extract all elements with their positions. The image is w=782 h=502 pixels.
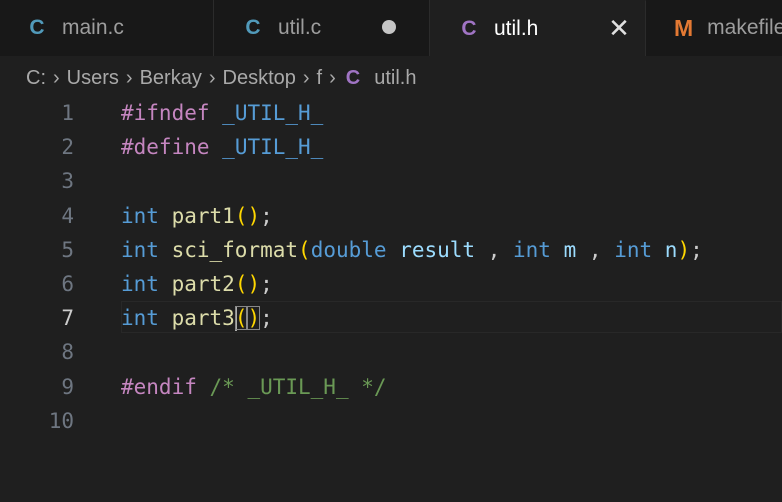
code-line[interactable]: 7 int part3(); [0,301,782,335]
matched-bracket: ( [234,305,248,330]
code-token: int [513,237,551,262]
code-text: #endif /* _UTIL_H_ */ [121,375,387,399]
line-number: 2 [61,135,74,160]
line-number: 6 [61,272,74,296]
tab-label: makefile [707,16,782,39]
breadcrumb-item[interactable]: Berkay [140,67,202,90]
code-token: int [121,203,159,228]
tab-bar: C main.c C util.c C util.h ✕ M makefile [0,0,782,56]
code-text: int part2(); [121,272,273,296]
code-token: #define [121,135,210,160]
code-token: () [234,272,261,296]
close-icon[interactable]: ✕ [607,13,631,43]
code-token: /* _UTIL_H_ */ [209,374,387,399]
line-number: 9 [61,374,74,399]
header-file-icon: C [461,16,477,40]
breadcrumb-item[interactable]: C: [26,67,46,90]
chevron-right-icon: › [53,66,60,89]
code-editor[interactable]: 1 #ifndef _UTIL_H_ 2 #define _UTIL_H_ 3 4 int … [0,96,782,502]
code-token: ; [690,237,703,262]
chevron-right-icon: › [208,66,216,89]
code-token: ; [260,305,273,330]
c-file-icon: C [29,16,45,39]
code-line[interactable]: 3 [0,164,782,198]
code-token: part1 [171,203,235,228]
line-number: 1 [61,101,74,125]
unsaved-dot-icon[interactable] [377,15,401,39]
code-token: part2 [171,272,235,296]
line-number: 3 [61,169,74,194]
tab-label: util.c [278,16,322,39]
breadcrumb-file[interactable]: util.h [374,67,416,90]
c-file-icon: C [245,16,261,39]
code-token: int [614,237,653,262]
code-token: m [563,237,577,262]
tab-label: main.c [62,16,124,39]
code-text: int sci_format(double result , int m , i… [121,238,703,262]
code-line[interactable]: 8 [0,335,782,369]
code-token: ; [260,203,273,228]
line-number: 10 [48,408,74,433]
tab-makefile[interactable]: M makefile [646,0,782,56]
code-token: part3 [171,305,235,330]
line-number: 4 [61,203,74,228]
code-text: int part3(); [121,305,273,331]
code-token: n [664,237,678,262]
code-token: _UTIL_H_ [222,135,324,160]
breadcrumb-item[interactable]: Users [67,67,119,90]
code-token: sci_format [171,237,299,262]
code-line[interactable]: 6 int part2(); [0,267,782,301]
tab-util-c[interactable]: C util.c [214,0,430,56]
code-line[interactable]: 4 int part1(); [0,199,782,233]
code-text: #ifndef _UTIL_H_ [121,101,323,125]
code-token: ( [298,237,311,262]
header-file-icon: C [345,66,361,89]
tab-util-h[interactable]: C util.h ✕ [430,0,646,56]
code-token: , [576,237,615,262]
code-token: double [310,237,387,262]
code-token: int [121,305,159,330]
code-token: _UTIL_H_ [222,101,324,125]
code-token: #endif [121,374,197,399]
code-token: ) [677,237,691,262]
code-token: () [234,203,261,228]
line-number: 5 [61,237,74,262]
breadcrumb: C: › Users › Berkay › Desktop › f › C ut… [26,60,416,96]
chevron-right-icon: › [302,66,310,89]
line-number: 8 [61,340,74,365]
breadcrumb-item[interactable]: f [317,67,323,90]
tab-main-c[interactable]: C main.c [0,0,214,56]
code-line[interactable]: 1 #ifndef _UTIL_H_ [0,96,782,130]
line-number: 7 [61,306,74,331]
makefile-icon: M [674,14,694,41]
code-token: result [399,237,476,262]
code-line[interactable]: 2 #define _UTIL_H_ [0,130,782,164]
code-line[interactable]: 5 int sci_format(double result , int m , … [0,233,782,267]
code-token: , [475,237,513,262]
code-line[interactable]: 9 #endif /* _UTIL_H_ */ [0,370,782,404]
code-text: int part1(); [121,204,273,228]
code-token: int [121,237,159,262]
tab-label: util.h [494,16,539,40]
chevron-right-icon: › [125,66,133,89]
code-text: #define _UTIL_H_ [121,135,323,159]
code-token: int [121,272,159,296]
code-line[interactable]: 10 [0,404,782,438]
chevron-right-icon: › [329,66,336,89]
code-token: #ifndef [121,101,210,125]
breadcrumb-item[interactable]: Desktop [223,67,296,90]
matched-bracket: ) [247,305,261,330]
code-token: ; [260,272,273,296]
